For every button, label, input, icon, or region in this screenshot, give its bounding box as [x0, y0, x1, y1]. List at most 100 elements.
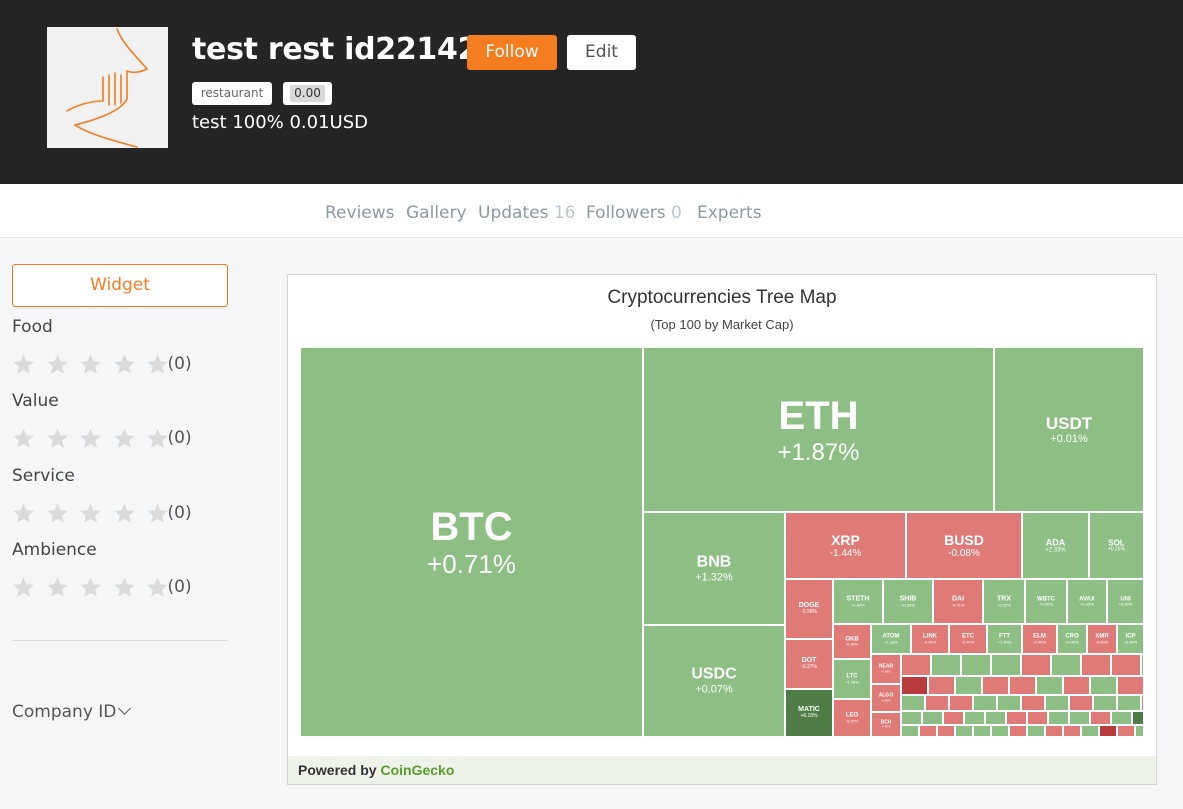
treemap-minor-tile[interactable]	[1117, 695, 1141, 711]
tab-followers[interactable]: Followers 0	[586, 203, 682, 223]
treemap-cell-steth[interactable]: STETH +1.84%	[833, 579, 883, 624]
treemap-minor-tile[interactable]	[1090, 676, 1117, 695]
star-icon[interactable]	[146, 353, 169, 376]
tab-gallery[interactable]: Gallery	[406, 203, 467, 223]
treemap-cell-doge[interactable]: DOGE -0.98%	[785, 579, 833, 639]
treemap-cell-sol[interactable]: SOL +0.26%	[1089, 512, 1144, 579]
star-rating-service[interactable]: (0)	[12, 501, 192, 525]
star-icon[interactable]	[79, 576, 102, 599]
treemap-minor-tile[interactable]	[931, 654, 961, 676]
treemap-minor-tile[interactable]	[937, 725, 955, 737]
star-icon[interactable]	[12, 353, 35, 376]
star-rating-food[interactable]: (0)	[12, 352, 192, 376]
star-icon[interactable]	[46, 353, 69, 376]
star-icon[interactable]	[113, 353, 136, 376]
treemap-cell-xrp[interactable]: XRP -1.44%	[785, 512, 906, 579]
treemap-minor-tile[interactable]	[901, 725, 919, 737]
treemap-minor-tile[interactable]	[1141, 654, 1144, 676]
treemap-minor-tile[interactable]	[1111, 711, 1132, 725]
treemap-minor-tile[interactable]	[1117, 676, 1144, 695]
treemap-minor-tile[interactable]	[1009, 676, 1036, 695]
treemap-cell-near[interactable]: NEAR -0.60%	[871, 654, 901, 684]
follow-button[interactable]: Follow	[467, 35, 557, 70]
treemap-minor-tile[interactable]	[1132, 711, 1144, 725]
treemap-cell-ftt[interactable]: FTT +1.40%	[987, 624, 1022, 654]
treemap-minor-tile[interactable]	[1063, 676, 1090, 695]
treemap-minor-tile[interactable]	[1021, 695, 1045, 711]
treemap-minor-tile[interactable]	[1051, 654, 1081, 676]
treemap-cell-xmr[interactable]: XMR -0.50%	[1087, 624, 1117, 654]
treemap-cell-busd[interactable]: BUSD -0.08%	[906, 512, 1022, 579]
treemap-cell-atom[interactable]: ATOM +1.18%	[871, 624, 911, 654]
treemap-minor-tile[interactable]	[1099, 725, 1117, 737]
treemap-minor-tile[interactable]	[991, 654, 1021, 676]
treemap-cell-icp[interactable]: ICP +0.80%	[1117, 624, 1144, 654]
treemap-cell-okb[interactable]: OKB -0.36%	[833, 624, 871, 659]
treemap-cell-usdc[interactable]: USDC +0.07%	[643, 625, 785, 737]
star-icon[interactable]	[46, 576, 69, 599]
treemap-cell-trx[interactable]: TRX +0.23%	[983, 579, 1025, 624]
category-tag[interactable]: restaurant	[192, 82, 272, 105]
treemap-minor-tile[interactable]	[997, 695, 1021, 711]
widget-button[interactable]: Widget	[12, 264, 228, 307]
treemap-minor-tile[interactable]	[1111, 654, 1141, 676]
treemap-minor-tile[interactable]	[1063, 725, 1081, 737]
treemap-minor-tile[interactable]	[955, 725, 973, 737]
treemap-minor-tile[interactable]	[982, 676, 1009, 695]
edit-button[interactable]: Edit	[567, 35, 636, 70]
treemap-minor-tile[interactable]	[1081, 654, 1111, 676]
treemap-minor-tile[interactable]	[1069, 711, 1090, 725]
treemap-cell-dai[interactable]: DAI -0.01%	[933, 579, 983, 624]
treemap-cell-bch[interactable]: BCH -0.40%	[871, 712, 901, 737]
treemap-cell-ltc[interactable]: LTC +1.28%	[833, 659, 871, 699]
treemap-cell-leo[interactable]: LEO -0.37%	[833, 699, 871, 737]
treemap-cell-elm[interactable]: ELM -0.40%	[1022, 624, 1057, 654]
treemap-minor-tile[interactable]	[985, 711, 1006, 725]
treemap-minor-tile[interactable]	[1048, 711, 1069, 725]
treemap-cell-btc[interactable]: BTC +0.71%	[300, 347, 643, 737]
treemap-cell-dot[interactable]: DOT -0.37%	[785, 639, 833, 689]
treemap-minor-tile[interactable]	[1141, 695, 1144, 711]
star-icon[interactable]	[79, 502, 102, 525]
treemap-minor-tile[interactable]	[943, 711, 964, 725]
tab-experts[interactable]: Experts	[697, 203, 762, 223]
treemap-minor-tile[interactable]	[928, 676, 955, 695]
treemap-cell-algo[interactable]: ALGO -0.50%	[871, 684, 901, 712]
treemap-minor-tile[interactable]	[1069, 695, 1093, 711]
star-rating-ambience[interactable]: (0)	[12, 575, 192, 599]
treemap-minor-tile[interactable]	[973, 695, 997, 711]
star-icon[interactable]	[113, 576, 136, 599]
treemap-minor-tile[interactable]	[1006, 711, 1027, 725]
treemap-minor-tile[interactable]	[1009, 725, 1027, 737]
treemap-cell-uni[interactable]: UNI +0.50%	[1107, 579, 1144, 624]
treemap-cell-ada[interactable]: ADA +2.33%	[1022, 512, 1089, 579]
star-icon[interactable]	[12, 576, 35, 599]
treemap-minor-tile[interactable]	[1027, 725, 1045, 737]
treemap-cell-avax[interactable]: AVAX +1.05%	[1067, 579, 1107, 624]
treemap-minor-tile[interactable]	[1045, 695, 1069, 711]
star-icon[interactable]	[146, 427, 169, 450]
star-icon[interactable]	[113, 502, 136, 525]
treemap-minor-tile[interactable]	[1090, 711, 1111, 725]
treemap-minor-tile[interactable]	[964, 711, 985, 725]
treemap-minor-tile[interactable]	[1036, 676, 1063, 695]
treemap-minor-tile[interactable]	[901, 695, 925, 711]
treemap-minor-tile[interactable]	[1021, 654, 1051, 676]
treemap-cell-cro[interactable]: CRO +0.40%	[1057, 624, 1087, 654]
star-icon[interactable]	[79, 427, 102, 450]
treemap-cell-wbtc[interactable]: WBTC +0.60%	[1025, 579, 1067, 624]
treemap-minor-tile[interactable]	[1135, 725, 1144, 737]
treemap-minor-tile[interactable]	[901, 711, 922, 725]
star-icon[interactable]	[146, 502, 169, 525]
treemap-minor-tile[interactable]	[1045, 725, 1063, 737]
treemap-cell-shib[interactable]: SHIB +0.60%	[883, 579, 933, 624]
treemap-minor-tile[interactable]	[1027, 711, 1048, 725]
treemap-cell-link[interactable]: LINK -0.40%	[911, 624, 949, 654]
treemap-minor-tile[interactable]	[925, 695, 949, 711]
star-icon[interactable]	[79, 353, 102, 376]
star-icon[interactable]	[46, 502, 69, 525]
tab-updates[interactable]: Updates 16	[478, 203, 575, 223]
treemap-minor-tile[interactable]	[949, 695, 973, 711]
star-rating-value[interactable]: (0)	[12, 426, 192, 450]
treemap-minor-tile[interactable]	[901, 654, 931, 676]
